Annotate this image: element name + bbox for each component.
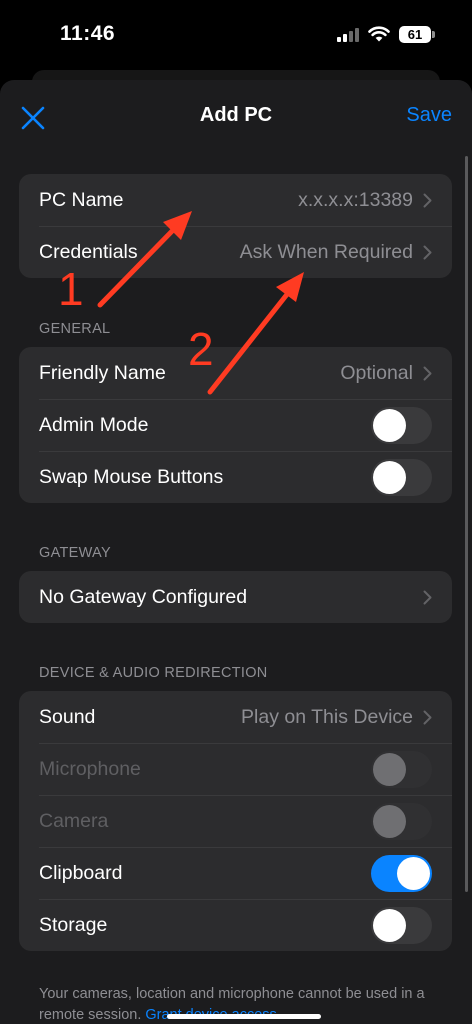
admin-mode-row: Admin Mode: [19, 399, 452, 451]
general-section-header: GENERAL: [39, 321, 111, 337]
storage-label: Storage: [39, 913, 108, 936]
wifi-icon: [368, 26, 390, 42]
pc-group: PC Name x.x.x.x:13389 Credentials Ask Wh…: [19, 174, 452, 278]
status-bar: 11:46 61: [0, 0, 472, 70]
microphone-row: Microphone: [19, 743, 452, 795]
swap-mouse-toggle[interactable]: [371, 458, 432, 496]
add-pc-sheet: Add PC Save PC Name x.x.x.x:13389 Creden…: [0, 80, 472, 1024]
nav-bar: Add PC Save: [0, 80, 472, 154]
gateway-section-header: GATEWAY: [39, 545, 111, 561]
battery-icon: 61: [399, 26, 431, 43]
annotation-number-2: 2: [188, 323, 214, 375]
chevron-right-icon: [423, 366, 432, 380]
scrollbar[interactable]: [465, 156, 468, 892]
home-indicator[interactable]: [167, 1014, 321, 1019]
camera-label: Camera: [39, 809, 109, 832]
pc-name-row[interactable]: PC Name x.x.x.x:13389: [19, 174, 452, 226]
credentials-row[interactable]: Credentials Ask When Required: [19, 226, 452, 278]
storage-toggle[interactable]: [371, 906, 432, 944]
chevron-right-icon: [423, 245, 432, 259]
camera-row: Camera: [19, 795, 452, 847]
battery-tip: [432, 31, 435, 38]
credentials-value: Ask When Required: [239, 240, 413, 263]
clipboard-label: Clipboard: [39, 861, 123, 884]
chevron-right-icon: [423, 590, 432, 604]
swap-mouse-label: Swap Mouse Buttons: [39, 465, 224, 488]
pc-name-value: x.x.x.x:13389: [298, 188, 413, 211]
pc-name-label: PC Name: [39, 188, 124, 211]
save-button[interactable]: Save: [406, 104, 452, 127]
swap-mouse-row: Swap Mouse Buttons: [19, 451, 452, 503]
admin-mode-toggle[interactable]: [371, 406, 432, 444]
gateway-label: No Gateway Configured: [39, 585, 248, 608]
storage-row: Storage: [19, 899, 452, 951]
annotation-number-1: 1: [58, 263, 84, 315]
status-time: 11:46: [60, 22, 116, 45]
sound-label: Sound: [39, 705, 96, 728]
page-title: Add PC: [199, 104, 273, 126]
friendly-name-row[interactable]: Friendly Name Optional: [19, 347, 452, 399]
clipboard-toggle[interactable]: [371, 854, 432, 892]
chevron-right-icon: [423, 193, 432, 207]
chevron-right-icon: [423, 710, 432, 724]
cellular-signal-icon: [337, 26, 361, 42]
redirection-group: Sound Play on This Device Microphone Cam…: [19, 691, 452, 951]
redirection-section-header: DEVICE & AUDIO REDIRECTION: [39, 665, 268, 681]
sound-value: Play on This Device: [241, 705, 413, 728]
credentials-label: Credentials: [39, 240, 138, 263]
microphone-toggle[interactable]: [371, 750, 432, 788]
microphone-label: Microphone: [39, 757, 141, 780]
general-group: Friendly Name Optional Admin Mode Swap M…: [19, 347, 452, 503]
sound-row[interactable]: Sound Play on This Device: [19, 691, 452, 743]
clipboard-row: Clipboard: [19, 847, 452, 899]
gateway-group: No Gateway Configured: [19, 571, 452, 623]
camera-toggle[interactable]: [371, 802, 432, 840]
gateway-row[interactable]: No Gateway Configured: [19, 571, 452, 623]
friendly-name-value: Optional: [340, 361, 413, 384]
admin-mode-label: Admin Mode: [39, 413, 149, 436]
